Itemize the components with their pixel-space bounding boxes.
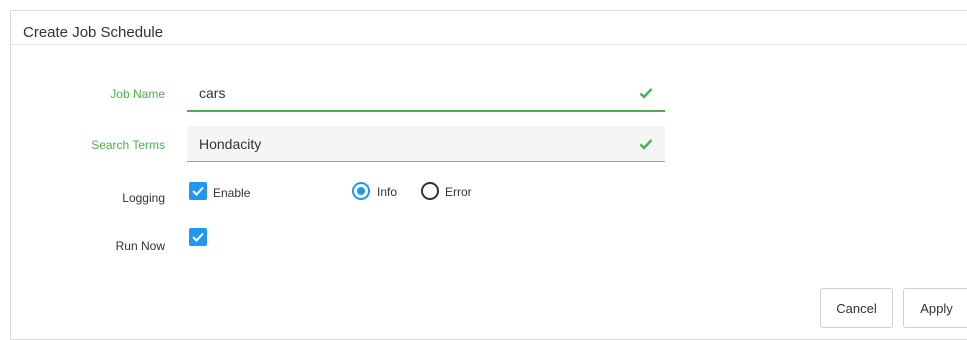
logging-enable-checkbox[interactable]: [189, 182, 207, 200]
info-radio-label: Info: [377, 185, 398, 199]
checkmark-icon: [192, 232, 204, 242]
error-radio[interactable]: [421, 182, 439, 200]
dialog-title: Create Job Schedule: [23, 24, 164, 41]
job-name-field[interactable]: [187, 76, 665, 112]
dialog-header: Create Job Schedule: [11, 11, 967, 45]
search-terms-field[interactable]: [187, 126, 665, 162]
apply-button[interactable]: Apply: [903, 288, 967, 328]
check-icon: [639, 88, 653, 99]
logging-label: Logging: [122, 191, 165, 205]
run-now-label: Run Now: [115, 239, 165, 253]
logging-enable-label: Enable: [213, 186, 251, 200]
check-icon: [639, 138, 653, 150]
checkmark-icon: [192, 186, 204, 196]
info-radio[interactable]: [352, 182, 370, 200]
job-name-input[interactable]: [199, 76, 619, 110]
error-radio-label: Error: [445, 185, 472, 199]
run-now-checkbox[interactable]: [189, 228, 207, 246]
job-name-label: Job Name: [110, 87, 165, 101]
search-terms-label: Search Terms: [91, 138, 165, 152]
cancel-button[interactable]: Cancel: [820, 288, 893, 328]
search-terms-input[interactable]: [199, 126, 619, 161]
create-job-schedule-dialog: Create Job Schedule Job Name Search Term…: [10, 10, 967, 340]
